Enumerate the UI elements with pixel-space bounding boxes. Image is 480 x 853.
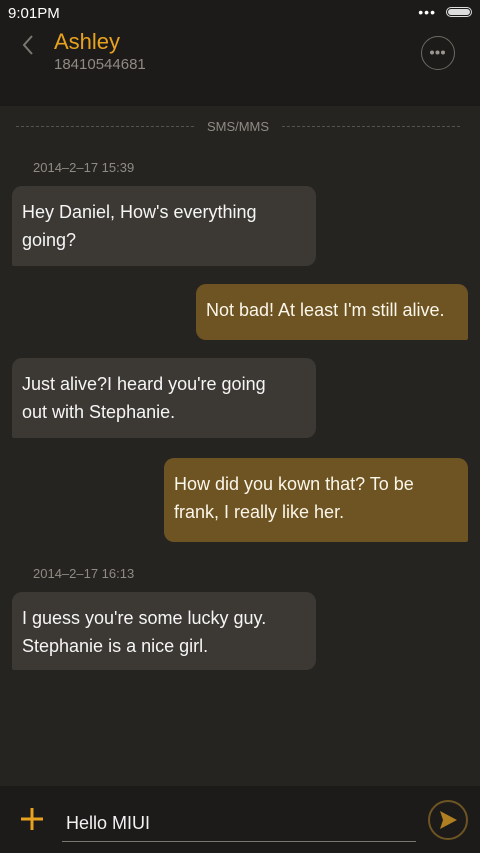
chevron-left-icon[interactable] bbox=[18, 32, 40, 58]
message-composer bbox=[0, 786, 480, 853]
message-timestamp: 2014–2–17 16:13 bbox=[33, 566, 135, 581]
contact-number: 18410544681 bbox=[54, 56, 146, 73]
outgoing-message-bubble[interactable]: How did you kown that? To be frank, I re… bbox=[164, 458, 468, 542]
channel-label: SMS/MMS bbox=[206, 119, 270, 134]
channel-divider: SMS/MMS bbox=[16, 119, 460, 134]
incoming-message-bubble[interactable]: Just alive?I heard you're going out with… bbox=[12, 358, 316, 438]
message-line: out with Stephanie. bbox=[22, 402, 176, 422]
conversation-header: Ashley 18410544681 bbox=[0, 26, 480, 106]
message-line: going? bbox=[22, 230, 77, 250]
message-thread[interactable]: SMS/MMS 2014–2–17 15:39 Hey Daniel, How'… bbox=[0, 106, 480, 786]
add-icon[interactable] bbox=[20, 807, 44, 831]
battery-icon bbox=[446, 7, 472, 17]
message-line: Not bad! At least I'm still alive. bbox=[206, 300, 445, 320]
message-line: Just alive?I heard you're going bbox=[22, 374, 266, 394]
send-button[interactable] bbox=[428, 800, 468, 840]
message-line: I guess you're some lucky guy. bbox=[22, 608, 267, 628]
message-line: Stephanie is a nice girl. bbox=[22, 636, 209, 656]
incoming-message-bubble[interactable]: Hey Daniel, How's everything going? bbox=[12, 186, 316, 266]
send-icon bbox=[440, 811, 457, 829]
signal-indicator: ••• bbox=[418, 4, 436, 20]
more-icon bbox=[430, 50, 445, 55]
contact-name[interactable]: Ashley bbox=[54, 29, 120, 55]
status-time: 9:01PM bbox=[8, 5, 60, 22]
message-input[interactable] bbox=[62, 806, 416, 842]
message-line: How did you kown that? To be bbox=[174, 474, 414, 494]
status-bar: 9:01PM ••• bbox=[0, 0, 480, 26]
more-options-button[interactable] bbox=[421, 36, 455, 70]
message-line: frank, I really like her. bbox=[174, 502, 345, 522]
message-timestamp: 2014–2–17 15:39 bbox=[33, 160, 135, 175]
incoming-message-bubble[interactable]: I guess you're some lucky guy. Stephanie… bbox=[12, 592, 316, 670]
outgoing-message-bubble[interactable]: Not bad! At least I'm still alive. bbox=[196, 284, 468, 340]
message-line: Hey Daniel, How's everything bbox=[22, 202, 257, 222]
